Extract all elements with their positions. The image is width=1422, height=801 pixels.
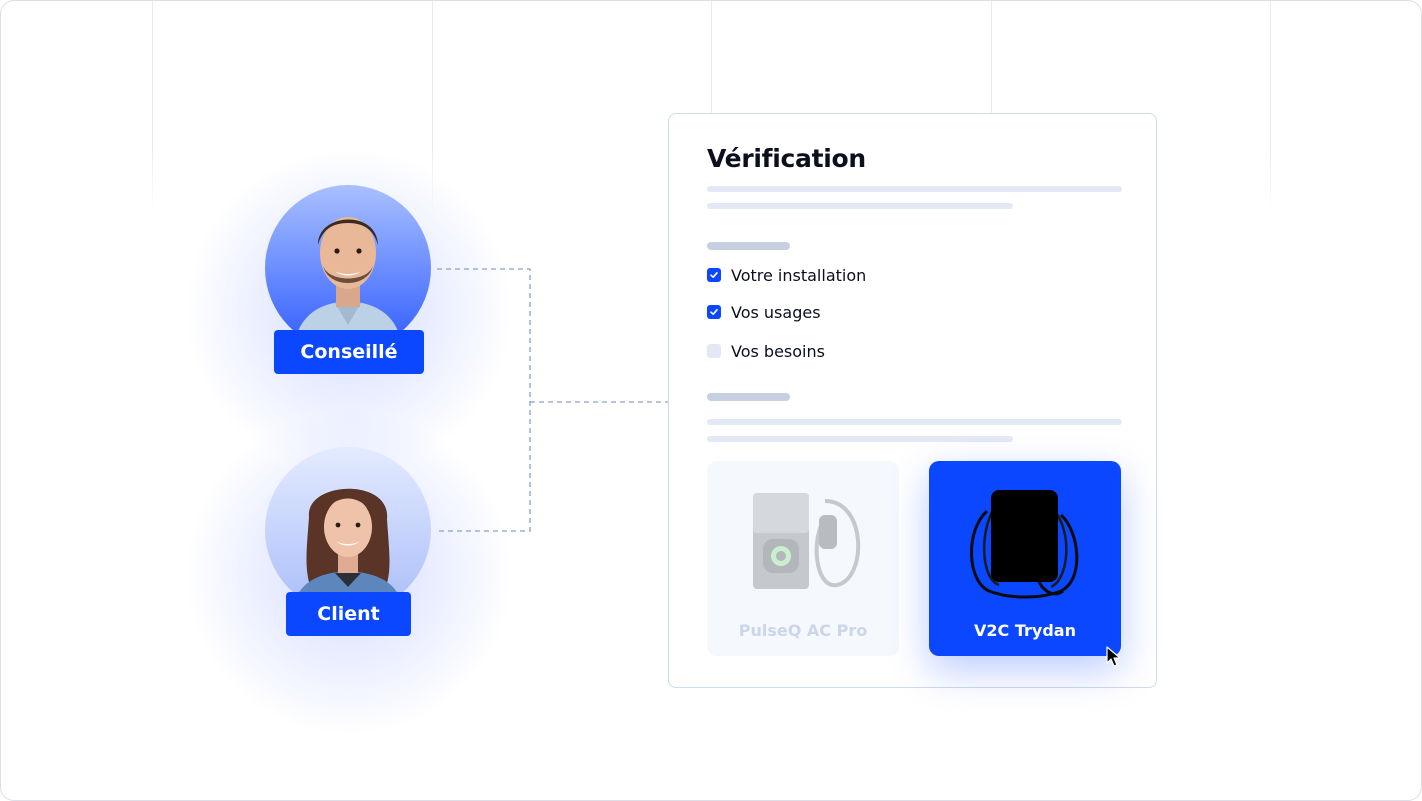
product-name: V2C Trydan	[974, 621, 1076, 640]
charger-image	[970, 490, 1079, 599]
check-icon	[710, 309, 718, 315]
canvas-frame: Conseillé Client Vérification Votre inst…	[0, 0, 1422, 801]
checklist-label: Vos besoins	[731, 341, 825, 361]
client-avatar	[265, 447, 431, 613]
product-card-v2c-trydan[interactable]: V2C Trydan	[929, 461, 1121, 656]
charger-image	[753, 493, 861, 589]
checklist-item-besoins[interactable]: Vos besoins	[707, 341, 825, 361]
checklist-item-usages[interactable]: Vos usages	[707, 302, 821, 322]
checklist-label: Vos usages	[731, 302, 821, 322]
checklist-label: Votre installation	[731, 265, 867, 285]
card-title: Vérification	[707, 144, 866, 173]
check-icon	[710, 272, 718, 278]
client-label: Client	[286, 592, 411, 636]
checklist-item-installation[interactable]: Votre installation	[707, 265, 866, 285]
product-name: PulseQ AC Pro	[738, 621, 868, 640]
verification-card: Vérification Votre installation Vos usag…	[668, 113, 1157, 688]
section-heading-placeholder	[707, 242, 790, 250]
checkbox-unchecked[interactable]	[707, 344, 721, 358]
section-heading-placeholder	[707, 393, 790, 401]
product-card-pulseq[interactable]: PulseQ AC Pro	[707, 461, 899, 656]
placeholder-line	[707, 419, 1122, 425]
advisor-avatar	[265, 185, 431, 351]
placeholder-line	[707, 203, 1013, 209]
checkbox-checked[interactable]	[707, 268, 721, 282]
placeholder-line	[707, 436, 1013, 442]
advisor-label: Conseillé	[274, 330, 424, 374]
mouse-cursor-icon	[1106, 646, 1121, 667]
checkbox-checked[interactable]	[707, 305, 721, 319]
placeholder-line	[707, 186, 1122, 192]
